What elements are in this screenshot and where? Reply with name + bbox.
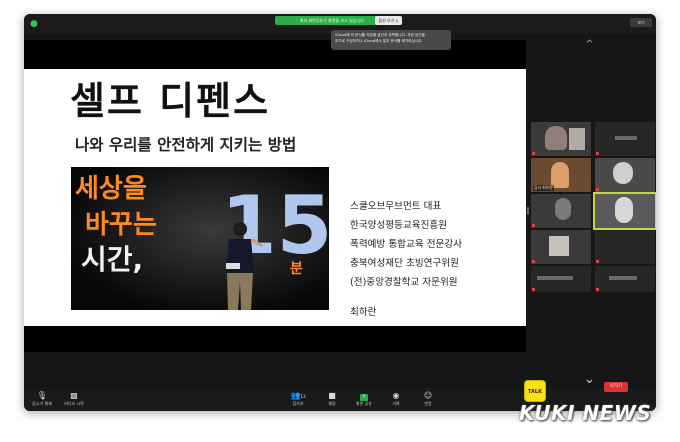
participant-tile[interactable]	[531, 194, 591, 228]
leave-button[interactable]: 나가기	[604, 382, 628, 392]
participant-tile[interactable]	[595, 158, 655, 192]
muted-icon	[596, 188, 599, 191]
reactions-label: 반응	[424, 401, 432, 406]
icloud-notification: iCloud에 이 문서를 저장할 공간이 부족합니다. 저장 공간을 추가로 …	[331, 30, 451, 50]
slide-title: 셀프 디펜스	[70, 79, 271, 123]
participants-count: 13	[300, 394, 306, 399]
participant-gallery: 김사 최하란	[531, 122, 656, 292]
record-label: 기록	[392, 401, 400, 406]
muted-icon	[596, 260, 599, 263]
participants-label: 참가자	[292, 401, 304, 406]
participant-tile[interactable]	[531, 122, 591, 156]
chat-label: 채팅	[328, 401, 336, 406]
unmute-button[interactable]: 🎙 음소거 해제	[30, 391, 54, 406]
view-button[interactable]: 보기	[630, 18, 652, 27]
muted-icon	[532, 152, 535, 155]
muted-icon	[532, 224, 535, 227]
share-screen-label: 화면 공유	[356, 401, 372, 406]
speaker-credentials: 스쿨오브무브먼트 대표 한국양성평등교육진흥원 폭력예방 통합교육 전문강사 충…	[350, 197, 520, 322]
participant-tile[interactable]: 김사 최하란	[531, 158, 591, 192]
slide-subtitle: 나와 우리를 안전하게 지키는 방법	[75, 136, 297, 154]
share-screen-icon: ↑	[360, 394, 368, 401]
photo-unit: 분	[290, 261, 303, 277]
participant-name: 김사 최하란	[533, 185, 554, 191]
shield-icon: ●	[30, 19, 38, 29]
zoom-window: ● 회의 화면공유가 화면을 보고 있습니다. 옵션 보기 ∨ 보기 셀프 디펜…	[24, 14, 656, 411]
speaker-name: 최하란	[350, 307, 377, 318]
participant-tile[interactable]	[595, 230, 655, 264]
muted-icon	[532, 260, 535, 263]
participant-tile[interactable]	[595, 266, 655, 292]
participant-tile[interactable]	[531, 230, 591, 264]
chat-button[interactable]: ■ 채팅	[322, 391, 342, 406]
reaction-icon: ☺	[423, 391, 433, 400]
start-video-button[interactable]: ▩ 비디오 시작	[62, 391, 86, 406]
muted-icon	[596, 152, 599, 155]
participant-tile-active-speaker[interactable]	[593, 192, 656, 230]
credential-line: 스쿨오브무브먼트 대표	[350, 201, 442, 212]
muted-icon	[596, 288, 599, 291]
participant-tile[interactable]	[595, 122, 655, 156]
stage-illustration: 세상을 바꾸는 시간, 15 분	[71, 167, 329, 310]
chevron-up-icon[interactable]: ⌃	[584, 38, 595, 53]
news-watermark: KUKI NEWS	[519, 401, 652, 425]
chat-icon: ■	[328, 391, 336, 400]
unmute-label: 음소거 해제	[32, 401, 52, 406]
share-screen-button[interactable]: ↑ 화면 공유	[352, 391, 376, 406]
screen-share-banner: 회의 화면공유가 화면을 보고 있습니다.	[275, 16, 390, 25]
start-video-label: 비디오 시작	[64, 401, 84, 406]
muted-icon	[532, 288, 535, 291]
photo-text-line2: 바꾸는	[85, 210, 157, 240]
photo-text-line3: 시간,	[81, 243, 143, 276]
credential-line: 폭력예방 통합교육 전문강사	[350, 239, 463, 250]
slide-content: 셀프 디펜스 나와 우리를 안전하게 지키는 방법 세상을 바꾸는 시간, 15	[24, 69, 526, 326]
participants-icon: 👥13	[290, 391, 306, 400]
microphone-muted-icon: 🎙	[36, 391, 48, 400]
shared-slide: 셀프 디펜스 나와 우리를 안전하게 지키는 방법 세상을 바꾸는 시간, 15	[24, 40, 526, 352]
chevron-down-icon[interactable]: ⌄	[584, 372, 595, 387]
participants-button[interactable]: 👥13 참가자	[286, 391, 310, 406]
view-options-button[interactable]: 옵션 보기 ∨	[375, 16, 402, 25]
credential-line: 한국양성평등교육진흥원	[350, 220, 448, 231]
participant-tile[interactable]	[531, 266, 591, 292]
kakaotalk-icon[interactable]: TALK	[524, 380, 546, 402]
scroll-handle[interactable]	[527, 207, 529, 215]
credential-line: (전)중앙경찰학교 자문위원	[350, 277, 458, 288]
reactions-button[interactable]: ☺ 반응	[418, 391, 438, 406]
video-off-icon: ▩	[70, 391, 78, 400]
photo-text-line1: 세상을	[75, 174, 147, 204]
credential-line: 충북여성재단 초빙연구위원	[350, 258, 459, 269]
record-icon: ◉	[392, 391, 400, 400]
speaker-photo: 세상을 바꾸는 시간, 15 분	[71, 167, 329, 310]
record-button[interactable]: ◉ 기록	[386, 391, 406, 406]
notification-line: 추가로 구입하거나 iCloud에서 일부 문서를 제거하십시오.	[335, 39, 423, 43]
